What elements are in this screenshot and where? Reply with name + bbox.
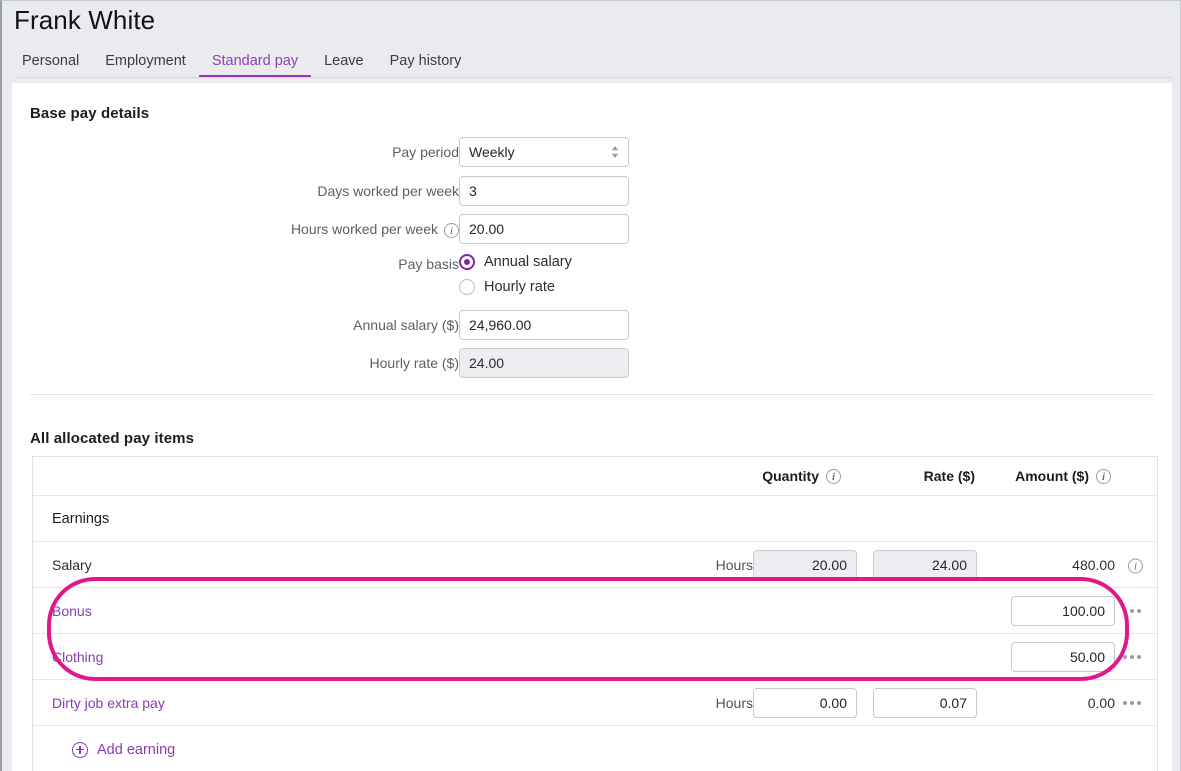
table-header-row: Quantity i Rate ($) Amount ($) i xyxy=(33,457,1157,496)
clothing-overflow-menu-icon[interactable] xyxy=(1119,648,1145,666)
allocated-items-table: Quantity i Rate ($) Amount ($) i Earning… xyxy=(32,456,1158,771)
radio-hourly-rate-label: Hourly rate xyxy=(484,278,555,295)
radio-annual-salary-indicator xyxy=(459,253,475,270)
form-row-pay-period: Pay period xyxy=(12,137,1172,167)
radio-annual-salary[interactable]: Annual salary xyxy=(459,249,572,274)
column-header-quantity-label: Quantity xyxy=(762,468,819,484)
pay-basis-label: Pay basis xyxy=(398,256,459,272)
bonus-overflow-menu-icon[interactable] xyxy=(1119,602,1145,620)
page-header: Frank White Personal Employment Standard… xyxy=(2,1,1180,78)
days-worked-label: Days worked per week xyxy=(317,183,459,199)
hourly-rate-input xyxy=(459,348,629,378)
add-earning-label: Add earning xyxy=(97,741,176,758)
annual-salary-input[interactable] xyxy=(459,310,629,340)
days-worked-input[interactable] xyxy=(459,176,629,206)
salary-quantity-input xyxy=(753,549,857,580)
clothing-amount-input[interactable] xyxy=(1011,641,1115,672)
row-rate-cell-salary xyxy=(873,549,977,580)
form-row-days-worked: Days worked per week xyxy=(12,176,1172,206)
row-amount-cell-bonus xyxy=(1011,595,1115,626)
add-earning-button[interactable]: Add earning xyxy=(72,741,176,758)
dirty-job-overflow-menu-icon[interactable] xyxy=(1119,694,1145,712)
pay-basis-radio-group: Annual salary Hourly rate xyxy=(459,249,572,299)
content-card: Base pay details Pay period Days worked … xyxy=(12,83,1172,771)
row-quantity-cell-salary xyxy=(753,549,857,580)
section-divider xyxy=(30,394,1154,395)
salary-rate-input xyxy=(873,549,977,580)
row-amount-cell-clothing xyxy=(1011,641,1115,672)
pay-period-select[interactable] xyxy=(459,137,629,167)
dirty-job-amount-value: 0.00 xyxy=(1087,694,1115,711)
row-label-salary: Salary xyxy=(52,556,92,573)
hourly-rate-label: Hourly rate ($) xyxy=(369,355,459,371)
table-row: Clothing xyxy=(33,634,1157,680)
annual-salary-label: Annual salary ($) xyxy=(353,317,459,333)
table-add-row: Add earning xyxy=(33,726,1157,771)
row-label-clothing[interactable]: Clothing xyxy=(52,634,103,679)
column-header-amount-label: Amount ($) xyxy=(1015,468,1089,484)
tab-standard-pay[interactable]: Standard pay xyxy=(198,51,312,78)
tab-pay-history[interactable]: Pay history xyxy=(377,51,475,78)
radio-hourly-rate[interactable]: Hourly rate xyxy=(459,274,572,299)
row-quantity-cell-dirty-job xyxy=(753,687,857,718)
tab-bar: Personal Employment Standard pay Leave P… xyxy=(14,49,474,78)
pay-period-label: Pay period xyxy=(392,144,459,160)
salary-amount-value: 480.00 xyxy=(1072,556,1115,573)
tab-personal[interactable]: Personal xyxy=(14,51,92,78)
table-row: Dirty job extra pay Hours 0.00 xyxy=(33,680,1157,726)
plus-circle-icon xyxy=(72,741,88,758)
table-group-row-earnings: Earnings xyxy=(33,496,1157,542)
column-header-amount: Amount ($) i xyxy=(983,457,1111,495)
column-header-quantity: Quantity i xyxy=(733,457,841,495)
form-row-hourly-rate: Hourly rate ($) xyxy=(12,348,1172,378)
dirty-job-rate-input[interactable] xyxy=(873,687,977,718)
form-row-hours-worked: Hours worked per week i xyxy=(12,214,1172,244)
amount-info-icon[interactable]: i xyxy=(1096,468,1111,484)
row-rate-cell-dirty-job xyxy=(873,687,977,718)
row-label-bonus[interactable]: Bonus xyxy=(52,588,92,633)
dirty-job-quantity-input[interactable] xyxy=(753,687,857,718)
form-row-pay-basis: Pay basis Annual salary Hourly rate xyxy=(12,249,1172,305)
base-pay-section-title: Base pay details xyxy=(30,105,150,122)
pay-period-select-wrapper xyxy=(459,137,629,167)
tab-employment[interactable]: Employment xyxy=(92,51,199,78)
row-label-dirty-job-extra-pay[interactable]: Dirty job extra pay xyxy=(52,680,165,725)
group-label-earnings: Earnings xyxy=(52,510,110,527)
row-unit-dirty-job: Hours xyxy=(715,694,753,711)
quantity-info-icon[interactable]: i xyxy=(826,468,841,484)
column-header-rate: Rate ($) xyxy=(863,457,975,495)
page-title: Frank White xyxy=(14,5,156,35)
app-window: Frank White Personal Employment Standard… xyxy=(0,0,1181,771)
tab-bar-divider xyxy=(14,77,1172,78)
radio-annual-salary-label: Annual salary xyxy=(484,253,572,270)
radio-hourly-rate-indicator xyxy=(459,278,475,295)
table-row: Salary Hours 480.00 i xyxy=(33,542,1157,588)
allocated-items-section-title: All allocated pay items xyxy=(30,430,195,447)
hours-worked-info-icon[interactable]: i xyxy=(444,214,459,244)
column-header-rate-label: Rate ($) xyxy=(923,468,975,484)
form-row-annual-salary: Annual salary ($) xyxy=(12,310,1172,340)
hours-worked-label: Hours worked per week i xyxy=(291,214,459,246)
hours-worked-input[interactable] xyxy=(459,214,629,244)
salary-row-info-icon[interactable]: i xyxy=(1128,556,1143,573)
row-unit-salary: Hours xyxy=(715,556,753,573)
tab-leave[interactable]: Leave xyxy=(311,51,377,78)
hours-worked-label-text: Hours worked per week xyxy=(290,221,438,237)
bonus-amount-input[interactable] xyxy=(1011,595,1115,626)
table-row: Bonus xyxy=(33,588,1157,634)
